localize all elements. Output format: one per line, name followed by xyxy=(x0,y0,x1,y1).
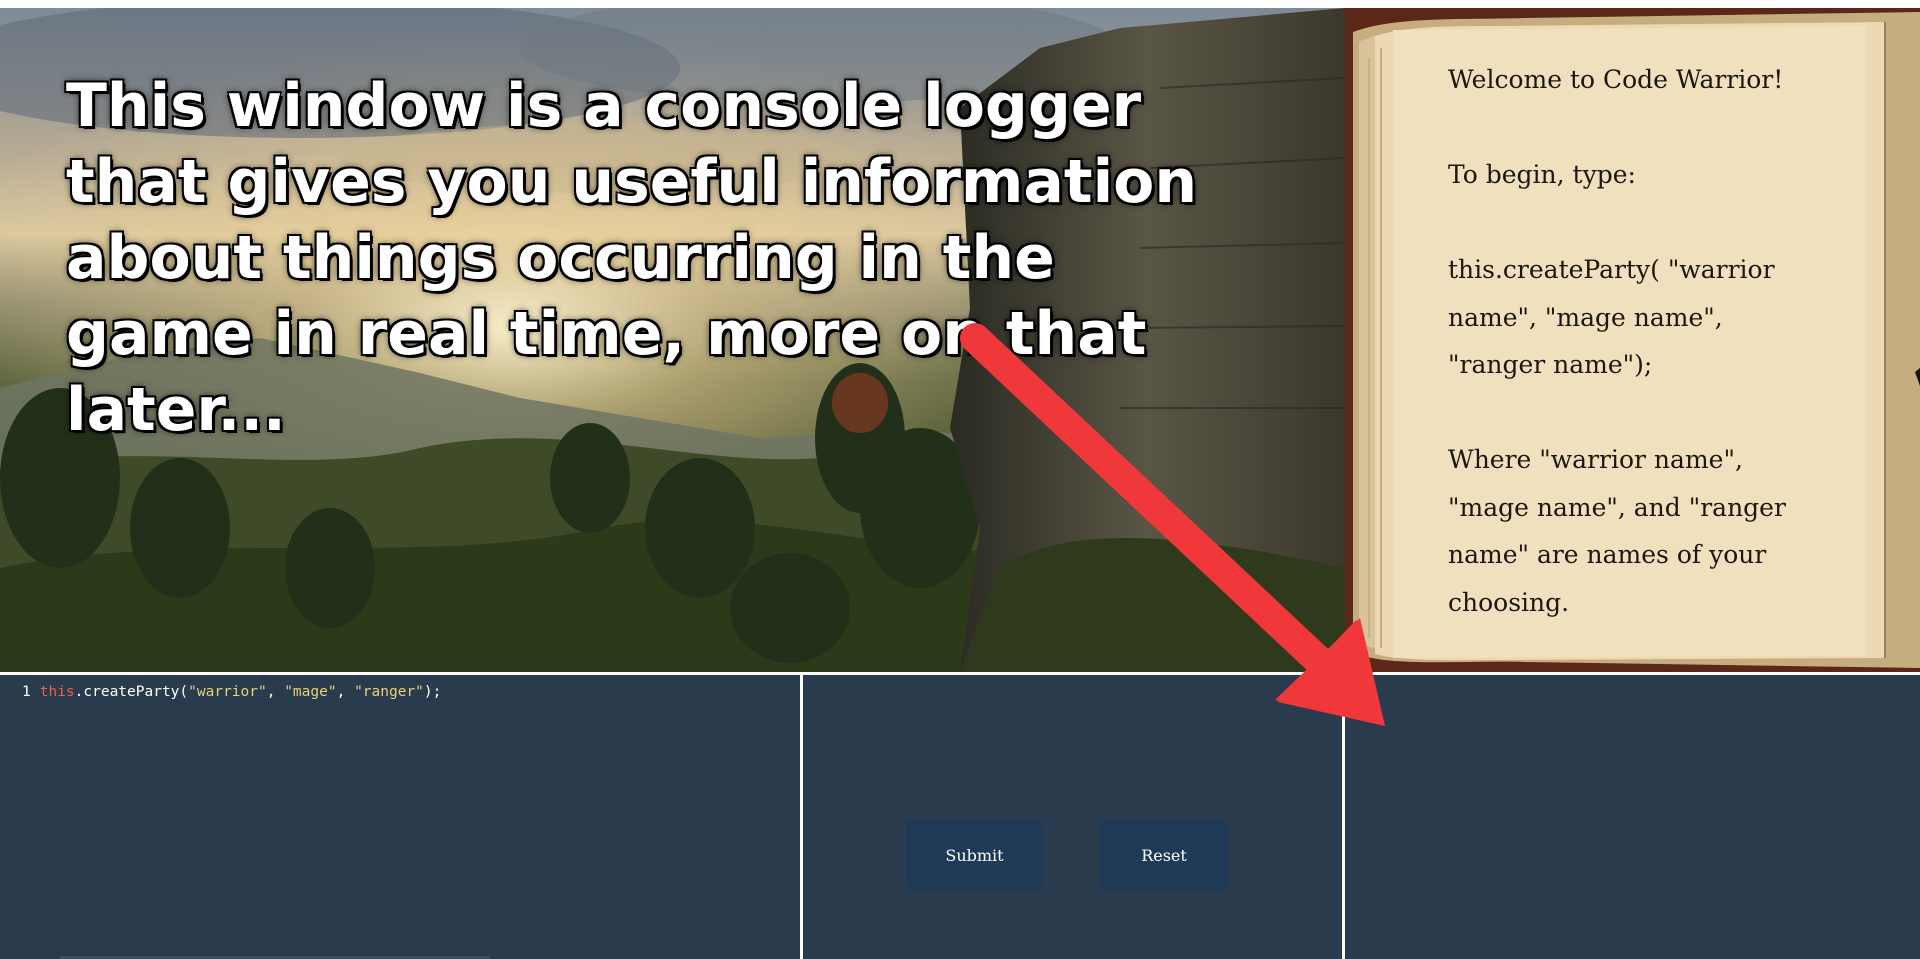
code-method: .createParty( xyxy=(74,684,189,700)
code-line[interactable]: 1 this.createParty("warrior", "mage", "ra… xyxy=(22,684,441,700)
code-string-arg: "warrior" xyxy=(188,684,267,700)
controls-panel: Submit Reset xyxy=(803,675,1342,959)
submit-button[interactable]: Submit xyxy=(906,820,1043,891)
book-line-command: this.createParty( "warrior name", "mage … xyxy=(1448,255,1775,379)
game-scene: This window is a console logger that giv… xyxy=(0,8,1345,672)
instruction-book: Welcome to Code Warrior! To begin, type:… xyxy=(1345,8,1920,672)
book-line-begin: To begin, type: xyxy=(1448,160,1636,189)
code-keyword: this xyxy=(39,684,75,700)
book-line-explanation: Where "warrior name", "mage name", and "… xyxy=(1448,445,1786,617)
game-window: This window is a console logger that giv… xyxy=(0,0,1920,959)
code-string-arg: "ranger" xyxy=(354,684,424,700)
code-separator: , xyxy=(266,684,285,700)
code-editor[interactable]: 1 this.createParty("warrior", "mage", "ra… xyxy=(0,675,800,959)
code-separator: , xyxy=(336,684,355,700)
reset-button[interactable]: Reset xyxy=(1100,820,1228,891)
code-end: ); xyxy=(423,684,442,700)
code-string-arg: "mage" xyxy=(284,684,337,700)
line-number: 1 xyxy=(22,684,31,700)
book-instructions: Welcome to Code Warrior! To begin, type:… xyxy=(1448,56,1818,626)
tutorial-overlay-text: This window is a console logger that giv… xyxy=(66,71,1198,445)
console-logger[interactable] xyxy=(1345,675,1920,959)
book-line-welcome: Welcome to Code Warrior! xyxy=(1448,65,1784,94)
